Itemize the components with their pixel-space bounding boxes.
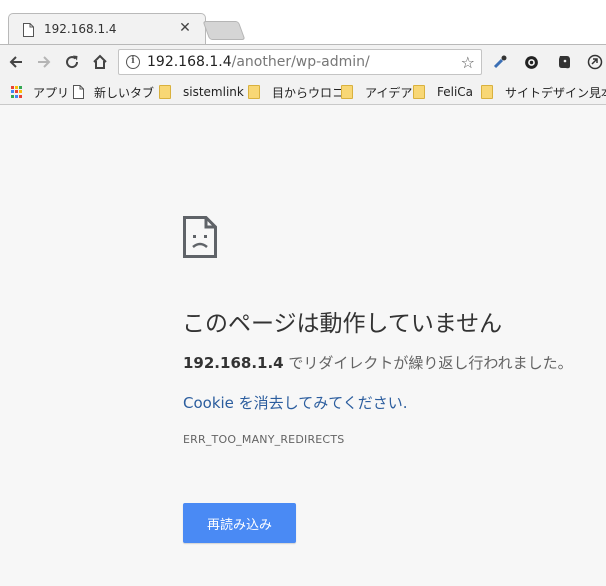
address-bar[interactable]: i 192.168.1.4/another/wp-admin/ ☆ bbox=[118, 49, 482, 75]
error-host: 192.168.1.4 bbox=[183, 354, 284, 372]
extension-icon[interactable] bbox=[585, 52, 605, 72]
url-path: /another/wp-admin/ bbox=[231, 54, 370, 70]
folder-icon bbox=[159, 85, 171, 99]
error-page: このページは動作していません 192.168.1.4 でリダイレクトが繰り返し行… bbox=[0, 106, 606, 586]
home-button[interactable] bbox=[88, 50, 112, 74]
gear-icon bbox=[524, 55, 538, 69]
back-button[interactable] bbox=[4, 50, 28, 74]
bookmark-folder-sistemlink[interactable]: sistemlink bbox=[159, 83, 244, 101]
home-icon bbox=[93, 54, 107, 69]
star-icon[interactable]: ☆ bbox=[461, 53, 475, 72]
reload-toolbar-button[interactable] bbox=[60, 50, 84, 74]
bookmark-label: アイデア bbox=[365, 85, 413, 100]
page-icon bbox=[73, 85, 84, 99]
bookmark-folder-mekara-uroko[interactable]: 目からウロコ bbox=[248, 83, 344, 101]
folder-icon bbox=[481, 85, 493, 99]
folder-icon bbox=[413, 85, 425, 99]
url-host: 192.168.1.4 bbox=[147, 54, 232, 70]
bookmark-label: sistemlink bbox=[183, 85, 244, 99]
arrow-left-icon bbox=[9, 56, 22, 68]
reload-button[interactable]: 再読み込み bbox=[183, 503, 296, 543]
eyedropper-extension-icon[interactable] bbox=[490, 52, 510, 72]
eyedropper-icon bbox=[493, 55, 507, 69]
bookmark-folder-idea[interactable]: アイデア bbox=[341, 83, 412, 101]
bookmark-label: 目からウロコ bbox=[272, 85, 345, 100]
close-tab-icon[interactable]: ✕ bbox=[177, 20, 193, 36]
sad-document-icon bbox=[183, 216, 217, 258]
folder-icon bbox=[248, 85, 260, 99]
folder-icon bbox=[341, 85, 353, 99]
bookmark-label: FeliCa bbox=[437, 85, 474, 99]
evernote-extension-icon[interactable] bbox=[554, 52, 574, 72]
bookmark-new-tab[interactable]: 新しいタブ bbox=[73, 83, 154, 101]
error-heading: このページは動作していません bbox=[182, 311, 503, 337]
bookmark-apps[interactable]: アプリ bbox=[11, 83, 69, 101]
error-code: ERR_TOO_MANY_REDIRECTS bbox=[183, 433, 345, 446]
arrow-right-icon bbox=[38, 56, 51, 68]
tab-title: 192.168.1.4 bbox=[44, 22, 117, 36]
forward-button[interactable] bbox=[32, 50, 56, 74]
page-icon bbox=[23, 23, 34, 37]
url-text[interactable]: 192.168.1.4/another/wp-admin/ bbox=[147, 54, 370, 70]
elephant-icon bbox=[559, 56, 570, 69]
clear-cookies-suggestion[interactable]: Cookie を消去してみてください. bbox=[183, 392, 408, 413]
bookmark-folder-felica[interactable]: FeliCa bbox=[413, 83, 473, 101]
bookmark-label: アプリ bbox=[33, 85, 70, 100]
info-icon[interactable]: i bbox=[126, 55, 140, 69]
bookmark-label: サイトデザイン見本 bbox=[505, 85, 606, 100]
error-description: 192.168.1.4 でリダイレクトが繰り返し行われました。 bbox=[183, 352, 573, 373]
settings-extension-icon[interactable] bbox=[521, 52, 541, 72]
new-tab-button[interactable] bbox=[202, 21, 246, 40]
apps-grid-icon bbox=[11, 86, 23, 98]
bookmark-label: 新しいタブ bbox=[94, 85, 155, 100]
refresh-icon bbox=[66, 55, 79, 69]
browser-tab[interactable]: 192.168.1.4 ✕ bbox=[8, 13, 206, 45]
circle-arrow-icon bbox=[587, 54, 603, 70]
bookmarks-bar: アプリ 新しいタブ sistemlink 目からウロコ アイデア FeliCa … bbox=[0, 78, 606, 105]
bookmark-folder-site-design[interactable]: サイトデザイン見本 bbox=[481, 83, 606, 101]
tab-strip: 192.168.1.4 ✕ bbox=[0, 0, 606, 45]
browser-toolbar: i 192.168.1.4/another/wp-admin/ ☆ bbox=[0, 44, 606, 78]
error-description-text: でリダイレクトが繰り返し行われました。 bbox=[283, 354, 573, 372]
